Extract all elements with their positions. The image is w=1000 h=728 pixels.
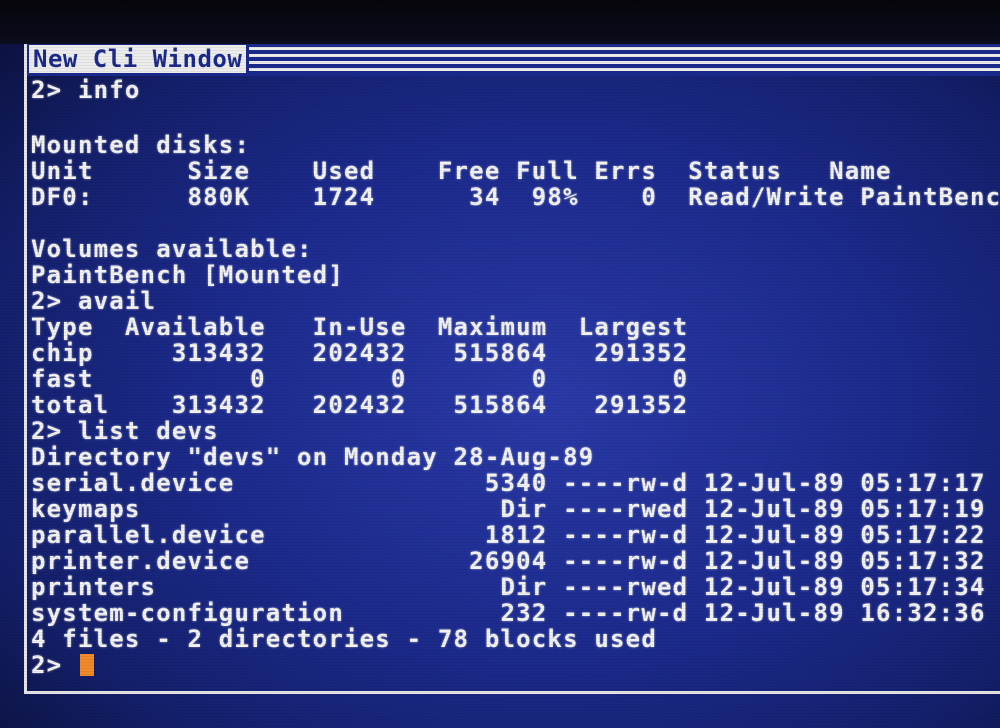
crt-screen: New Cli Window 2> info Mounted disks: Un…: [0, 0, 1000, 728]
console-line: Unit Size Used Free Full Errs Status Nam…: [31, 157, 892, 185]
console-line: 2> avail: [31, 287, 157, 315]
prompt-line[interactable]: 2>: [31, 652, 94, 678]
console-line: PaintBench [Mounted]: [31, 261, 344, 289]
cli-window[interactable]: New Cli Window 2> info Mounted disks: Un…: [24, 44, 1000, 694]
console-line: Volumes available:: [31, 235, 313, 263]
console-line: Type Available In-Use Maximum Largest: [31, 313, 689, 341]
console-line: keymaps Dir ----rwed 12-Jul-89 05:17:19: [31, 495, 986, 523]
console-line: 2> info: [31, 76, 141, 104]
console-line: fast 0 0 0 0: [31, 365, 689, 393]
monitor-bezel: [0, 0, 1000, 44]
text-cursor: [79, 654, 94, 676]
console-line: Mounted disks:: [31, 131, 251, 159]
prompt: 2>: [31, 651, 63, 679]
console-line: parallel.device 1812 ----rw-d 12-Jul-89 …: [31, 521, 986, 549]
console-line: chip 313432 202432 515864 291352: [31, 339, 689, 367]
window-title-bar[interactable]: New Cli Window: [27, 44, 1000, 76]
console-line: 4 files - 2 directories - 78 blocks used: [31, 625, 657, 653]
console-line: printers Dir ----rwed 12-Jul-89 05:17:34: [31, 573, 986, 601]
console-line: system-configuration 232 ----rw-d 12-Jul…: [31, 599, 986, 627]
console-output[interactable]: 2> info Mounted disks: Unit Size Used Fr…: [31, 76, 1000, 687]
console-line: total 313432 202432 515864 291352: [31, 391, 689, 419]
console-line: 2> list devs: [31, 417, 219, 445]
console-line: serial.device 5340 ----rw-d 12-Jul-89 05…: [31, 469, 986, 497]
console-line: Directory "devs" on Monday 28-Aug-89: [31, 443, 595, 471]
console-line: printer.device 26904 ----rw-d 12-Jul-89 …: [31, 547, 986, 575]
console-line: DF0: 880K 1724 34 98% 0 Read/Write Paint…: [31, 183, 1000, 211]
window-title: New Cli Window: [29, 45, 247, 73]
title-bar-drag-stripes[interactable]: [249, 47, 1000, 73]
